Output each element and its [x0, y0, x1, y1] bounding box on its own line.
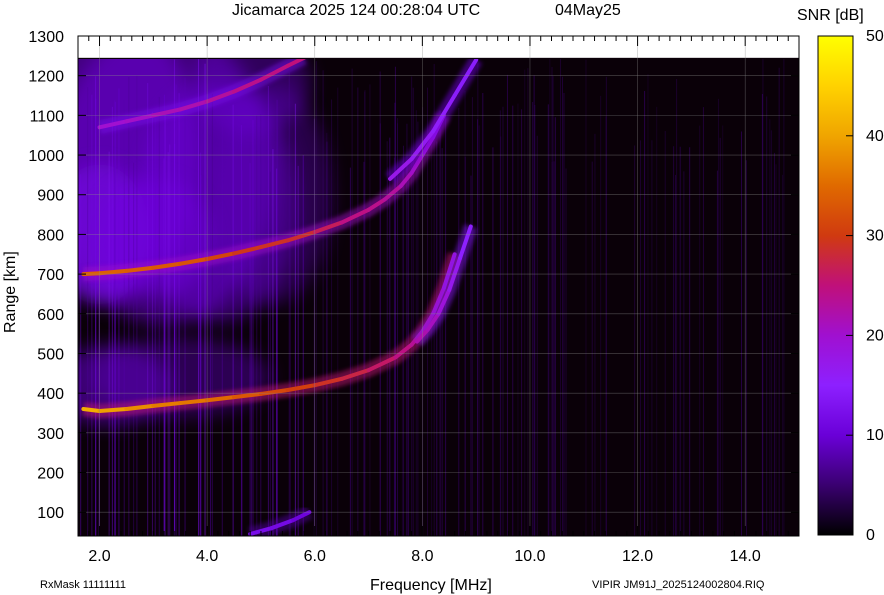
snr-colorbar: SNR [dB] 0 10 20 30 40 50 — [797, 7, 884, 544]
chart-title: Jicamarca 2025 124 00:28:04 UTC — [232, 2, 480, 19]
echo-trace-segment — [151, 401, 183, 408]
y-tick-label: 300 — [37, 426, 64, 443]
x-tick-label: 12.0 — [622, 548, 653, 565]
x-tick-label: 14.0 — [730, 548, 761, 565]
x-tick-label: 10.0 — [514, 548, 545, 565]
x-tick-label: 6.0 — [304, 548, 326, 565]
colorbar-fill — [817, 35, 854, 536]
y-tick-label: 500 — [37, 346, 64, 363]
y-tick-label: 400 — [37, 386, 64, 403]
x-tick-label: 8.0 — [411, 548, 433, 565]
echo-trace-segment — [97, 268, 129, 276]
colorbar-tick-label: 50 — [866, 28, 884, 45]
y-tick-label: 1300 — [28, 29, 64, 46]
echo-trace-segment — [97, 407, 129, 413]
x-tick-label: 2.0 — [88, 548, 110, 565]
colorbar-tick-label: 40 — [866, 128, 884, 145]
colorbar-tick-label: 0 — [866, 527, 875, 544]
y-tick-label: 1000 — [28, 148, 64, 165]
y-tick-label: 900 — [37, 188, 64, 205]
background-blob — [93, 178, 214, 299]
y-tick-label: 100 — [37, 505, 64, 522]
x-axis-title: Frequency [MHz] — [370, 577, 492, 594]
chart-date: 04May25 — [555, 2, 621, 19]
y-tick-label: 600 — [37, 307, 64, 324]
ionogram-chart: Jicamarca 2025 124 00:28:04 UTC 04May25 … — [2, 2, 884, 594]
colorbar-tick-label: 30 — [866, 228, 884, 245]
y-tick-label: 700 — [37, 267, 64, 284]
colorbar-tick-label: 20 — [866, 327, 884, 344]
echo-trace-segment — [178, 398, 210, 406]
colorbar-tick-label: 10 — [866, 427, 884, 444]
y-axis-title: Range [km] — [2, 251, 19, 333]
y-tick-label: 200 — [37, 466, 64, 483]
file-name-label: VIPIR JM91J_2025124002804.RIQ — [592, 579, 765, 591]
rx-mask-label: RxMask 11111111 — [40, 579, 126, 591]
echo-trace-segment — [81, 407, 102, 413]
y-tick-label: 1100 — [30, 108, 65, 125]
x-tick-label: 4.0 — [196, 548, 218, 565]
plot-area: 2.0 4.0 6.0 8.0 10.0 12.0 14.0 100 200 300 400 500… — [28, 29, 800, 565]
colorbar-title: SNR [dB] — [797, 7, 864, 24]
y-tick-label: 1200 — [28, 69, 64, 86]
y-tick-label: 800 — [37, 227, 64, 244]
